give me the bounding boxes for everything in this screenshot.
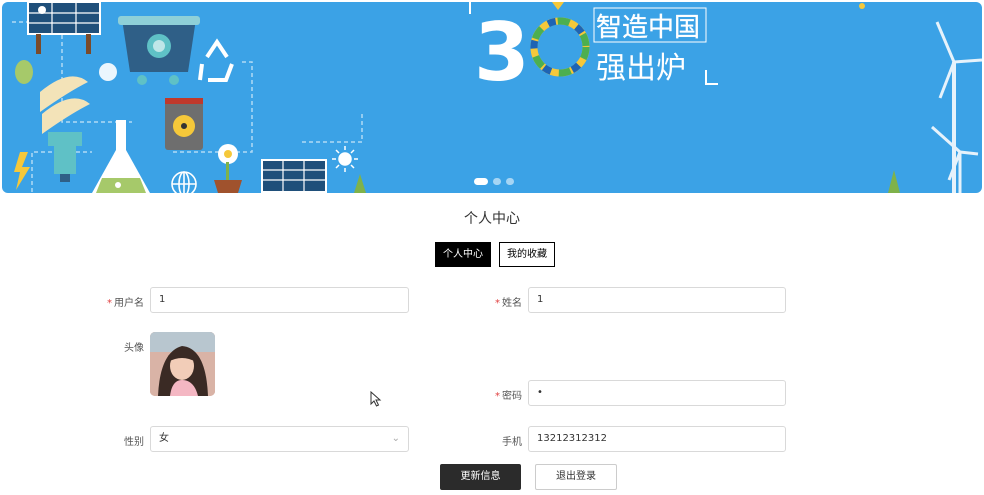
- mouse-cursor-icon: [370, 391, 382, 407]
- carousel-dot[interactable]: [506, 178, 514, 185]
- solar-panel-icon: [27, 2, 101, 54]
- anniversary-emblem: 3: [474, 2, 590, 99]
- carousel-dot[interactable]: [493, 178, 501, 185]
- solar-panel-icon: [261, 159, 327, 193]
- gender-select-value: 女: [159, 433, 169, 444]
- flask-icon: [92, 120, 150, 193]
- globe-icon: [171, 171, 197, 193]
- avatar-image: [150, 332, 215, 396]
- wind-turbine-icon: [931, 21, 982, 193]
- tab-profile[interactable]: 个人中心: [435, 242, 491, 267]
- phone-input[interactable]: 13212312312: [528, 426, 786, 452]
- slogan-line-1: 智造中国: [596, 13, 700, 43]
- username-label: * 用户名: [107, 298, 144, 309]
- lightning-icon: [14, 152, 30, 190]
- password-input[interactable]: •: [528, 380, 786, 406]
- recycle-icon: [198, 38, 234, 82]
- update-info-button[interactable]: 更新信息: [440, 464, 521, 490]
- recycle-bin-icon: [118, 16, 200, 85]
- sun-icon: [332, 146, 358, 172]
- name-label: * 姓名: [495, 298, 522, 309]
- slogan-line-2: 强出炉: [596, 51, 686, 86]
- lightbulb-icon: [40, 76, 90, 182]
- carousel-indicators[interactable]: [474, 178, 514, 185]
- banner-carousel[interactable]: 3 智造中国 强出炉: [2, 2, 982, 193]
- radioactive-barrel-icon: [165, 98, 203, 150]
- name-input[interactable]: 1: [528, 287, 786, 313]
- carousel-dot[interactable]: [474, 178, 488, 185]
- banner-illustration: 3 智造中国 强出炉: [12, 2, 982, 193]
- avatar-label: 头像: [124, 343, 144, 354]
- gender-label: 性别: [124, 437, 144, 448]
- avatar-upload[interactable]: [150, 332, 215, 396]
- tab-favorites[interactable]: 我的收藏: [499, 242, 555, 267]
- phone-label: 手机: [502, 437, 522, 448]
- page-title: 个人中心: [464, 211, 520, 227]
- username-input[interactable]: 1: [150, 287, 409, 313]
- logout-button[interactable]: 退出登录: [535, 464, 617, 490]
- chevron-down-icon: ⌄: [391, 433, 400, 444]
- gender-select[interactable]: 女 ⌄: [150, 426, 409, 452]
- emblem-number: 3: [474, 6, 530, 99]
- password-label: * 密码: [495, 391, 522, 402]
